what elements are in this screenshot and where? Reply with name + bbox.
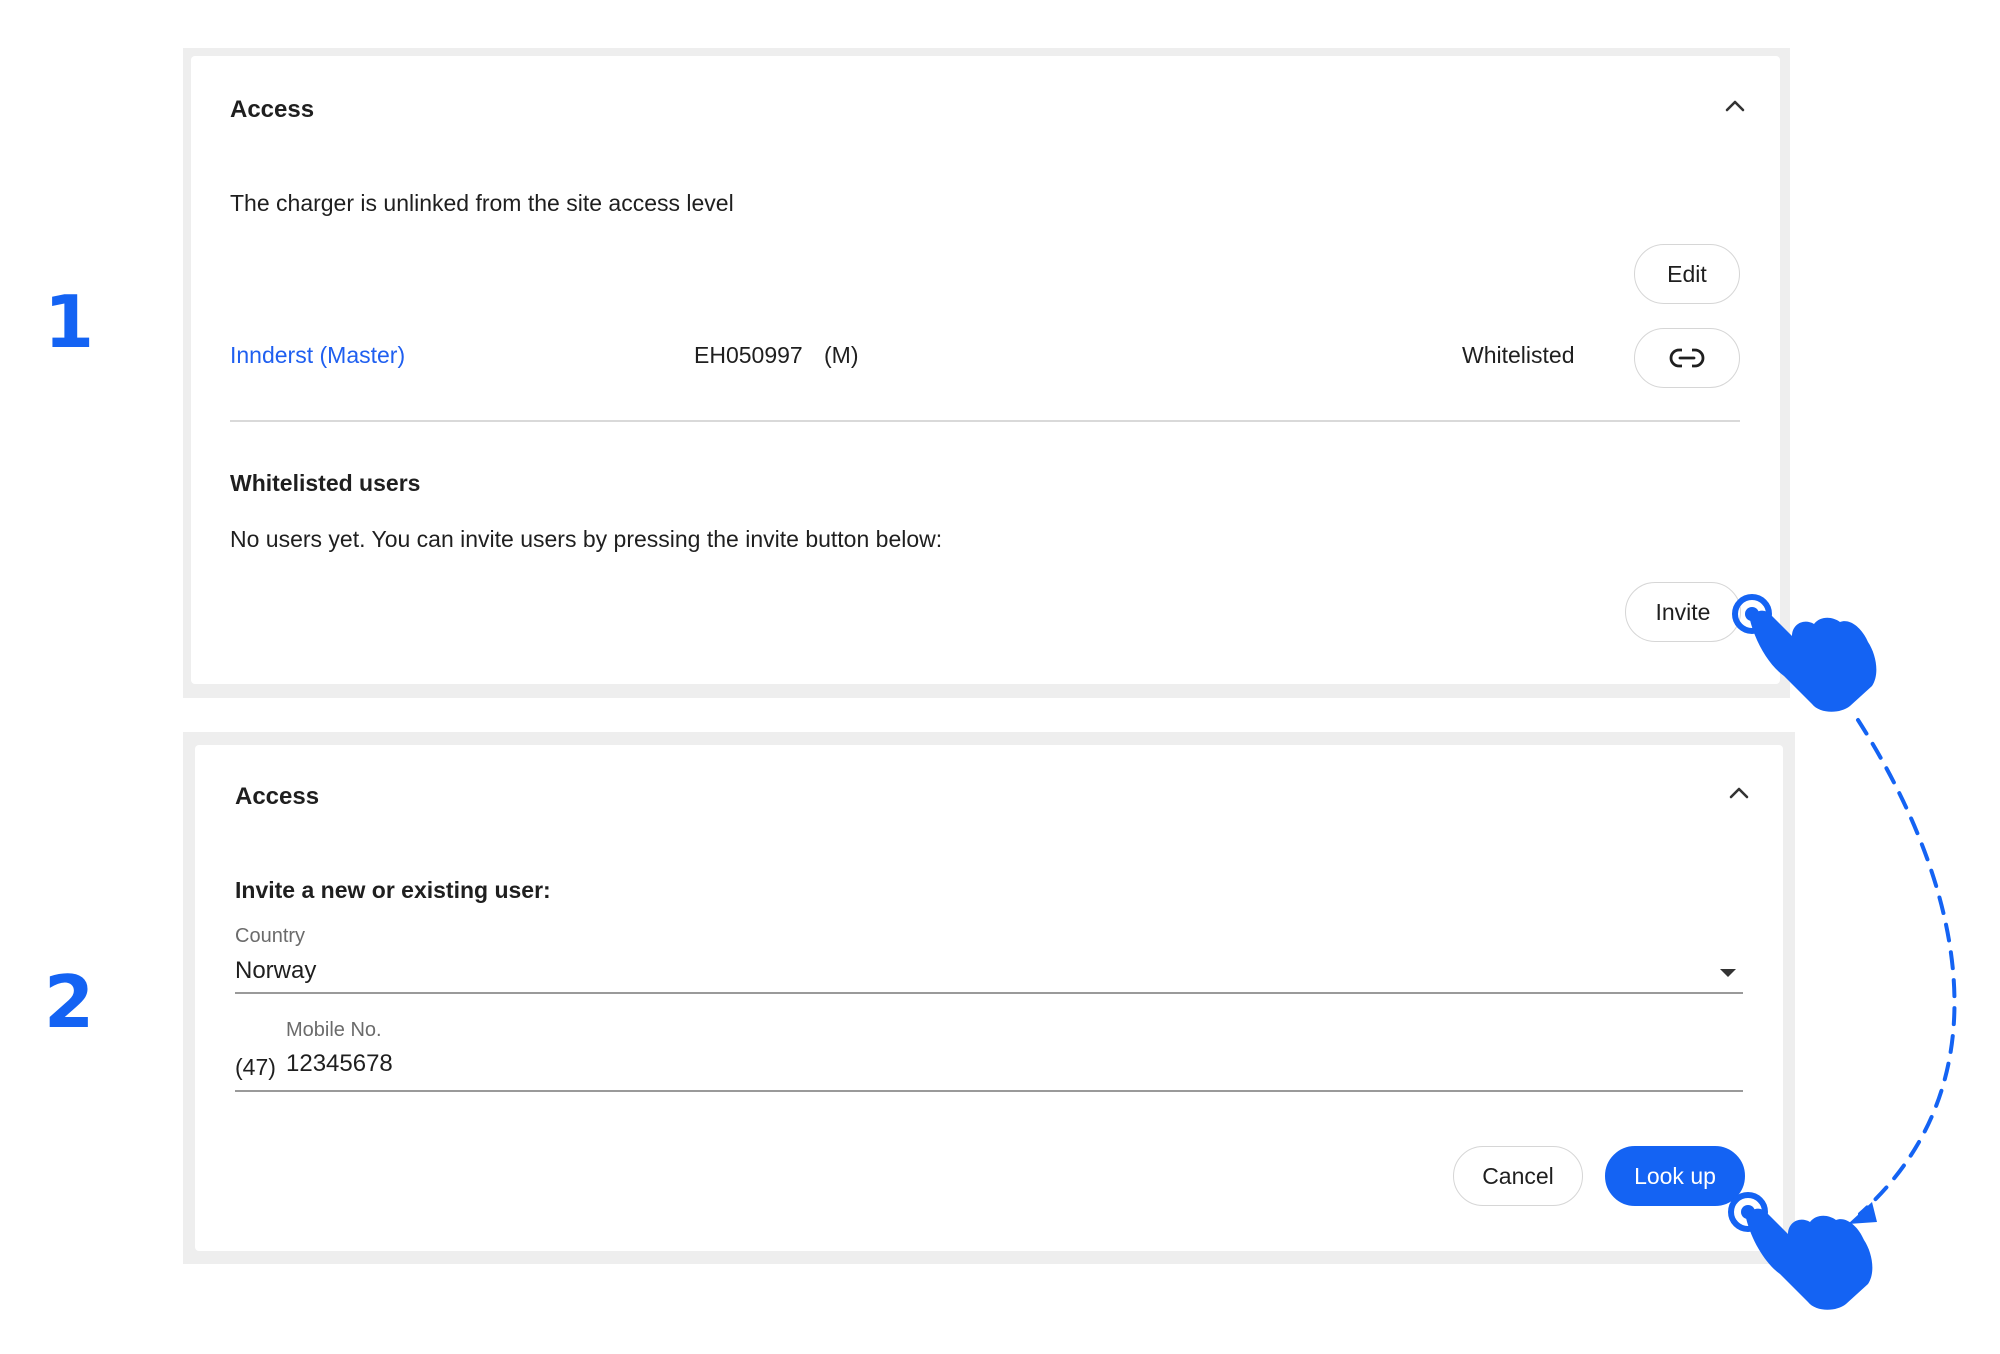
flow-arrow	[1856, 718, 1957, 1216]
annotation-overlay	[1728, 594, 1957, 1310]
hand-pointer-icon	[1732, 594, 1877, 712]
hand-pointer-icon	[1728, 1192, 1873, 1310]
arrow-head-icon	[1848, 1202, 1877, 1224]
